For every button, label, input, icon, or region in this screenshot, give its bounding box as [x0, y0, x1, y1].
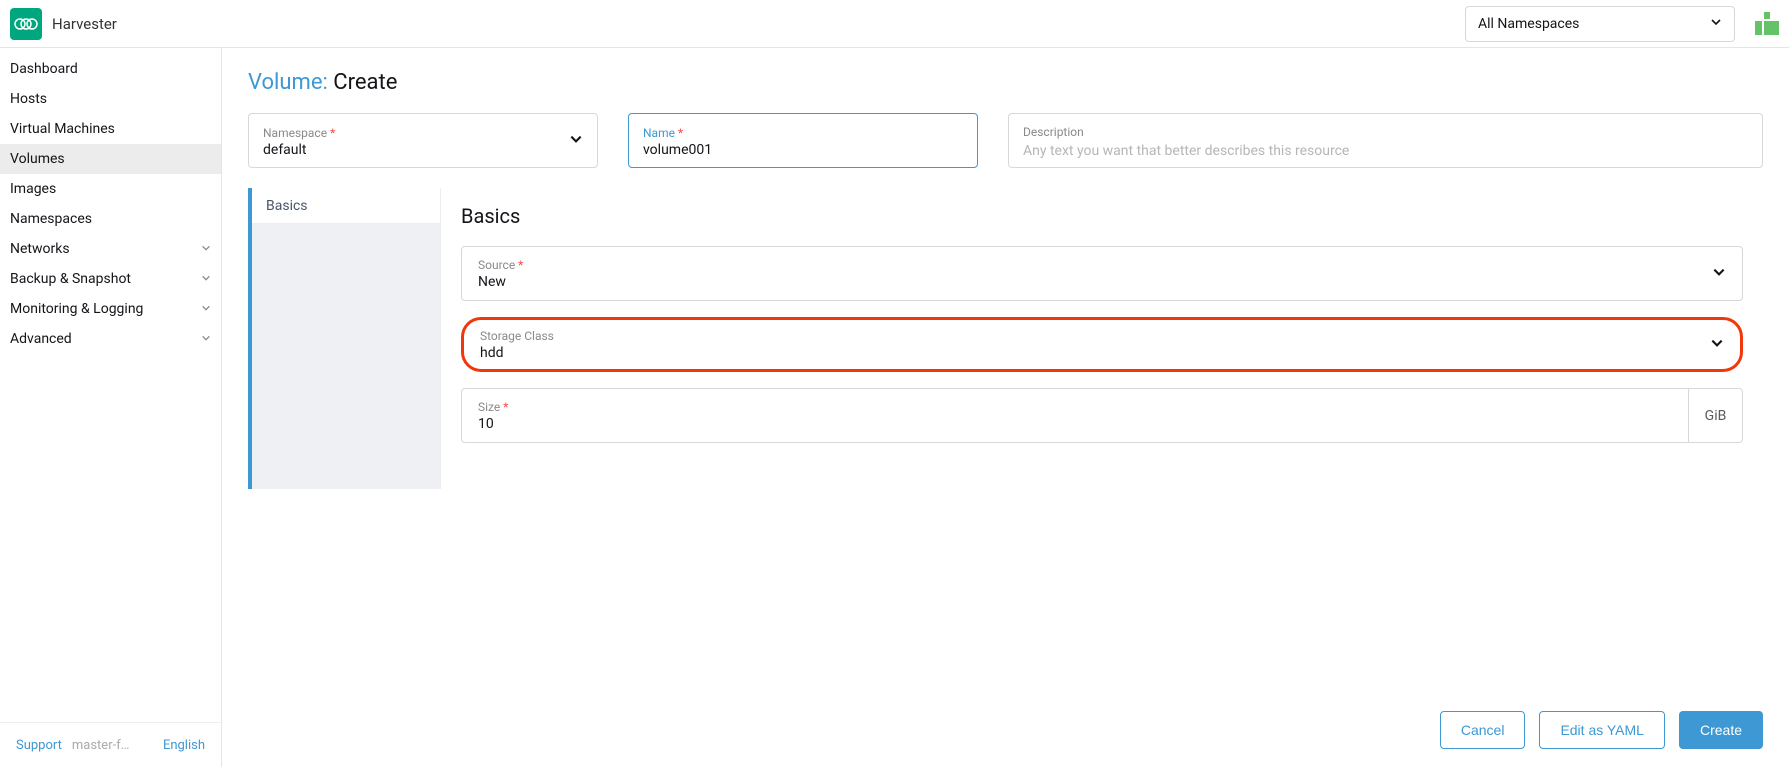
footer-actions: Cancel Edit as YAML Create [1440, 711, 1763, 749]
namespace-selector-value: All Namespaces [1478, 16, 1579, 32]
size-label: Size * [478, 400, 1672, 414]
chevron-down-icon [201, 242, 211, 256]
sidebar-item-label: Monitoring & Logging [10, 301, 143, 317]
support-link[interactable]: Support [16, 738, 62, 753]
source-field[interactable]: Source * New [461, 246, 1743, 301]
sidebar-item-volumes[interactable]: Volumes [0, 144, 221, 174]
sidebar-item-hosts[interactable]: Hosts [0, 84, 221, 114]
cancel-button[interactable]: Cancel [1440, 711, 1526, 749]
chevron-down-icon [201, 272, 211, 286]
sidebar-item-virtual-machines[interactable]: Virtual Machines [0, 114, 221, 144]
sidebar-item-label: Networks [10, 241, 70, 257]
header-left: Harvester [10, 8, 117, 40]
sidebar-item-images[interactable]: Images [0, 174, 221, 204]
app-logo[interactable] [10, 8, 42, 40]
source-label: Source * [478, 258, 1726, 272]
app-name: Harvester [52, 15, 117, 33]
chevron-down-icon [201, 302, 211, 316]
sidebar-item-label: Volumes [10, 151, 65, 167]
chevron-down-icon [569, 132, 583, 150]
namespace-selector[interactable]: All Namespaces [1465, 6, 1735, 42]
storage-class-label: Storage Class [480, 329, 1724, 343]
side-tabs: Basics [248, 188, 440, 489]
description-placeholder: Any text you want that better describes … [1023, 143, 1748, 159]
size-unit: GiB [1688, 389, 1742, 442]
panel-body: Basics Source * New Storage Class hdd [440, 188, 1763, 489]
sidebar-item-networks[interactable]: Networks [0, 234, 221, 264]
namespace-field[interactable]: Namespace * default [248, 113, 598, 168]
page-action: Create [333, 70, 397, 95]
header-right: All Namespaces [1465, 6, 1779, 42]
storage-class-field[interactable]: Storage Class hdd [461, 317, 1743, 372]
name-field[interactable]: Name * volume001 [628, 113, 978, 168]
source-value: New [478, 274, 1726, 290]
page-title: Volume: Create [248, 70, 1763, 95]
sidebar-item-label: Advanced [10, 331, 72, 347]
chevron-down-icon [1712, 265, 1726, 283]
namespace-value: default [263, 142, 583, 158]
basics-title: Basics [461, 204, 1743, 228]
chevron-down-icon [201, 332, 211, 346]
language-selector[interactable]: English [163, 738, 205, 753]
app-header: Harvester All Namespaces [0, 0, 1789, 48]
sidebar-item-label: Virtual Machines [10, 121, 115, 137]
sidebar-item-monitoring-logging[interactable]: Monitoring & Logging [0, 294, 221, 324]
storage-class-value: hdd [480, 345, 1724, 361]
sidebar-item-namespaces[interactable]: Namespaces [0, 204, 221, 234]
sidebar-item-backup-snapshot[interactable]: Backup & Snapshot [0, 264, 221, 294]
tab-basics[interactable]: Basics [252, 188, 440, 224]
sidebar-footer: Support master-f… English [0, 722, 221, 767]
namespace-label: Namespace * [263, 126, 583, 140]
chevron-down-icon [1710, 336, 1724, 354]
sidebar-item-label: Namespaces [10, 211, 92, 227]
chevron-down-icon [1710, 16, 1722, 32]
size-value: 10 [478, 416, 1672, 432]
top-fields: Namespace * default Name * volume001 Des… [248, 113, 1763, 168]
main-content: Volume: Create Namespace * default Name … [222, 48, 1789, 767]
harvester-icon [13, 14, 39, 34]
description-label: Description [1023, 125, 1748, 139]
description-field[interactable]: Description Any text you want that bette… [1008, 113, 1763, 168]
name-value: volume001 [643, 142, 963, 158]
tab-panel: Basics Basics Source * New Storage Class… [248, 188, 1763, 489]
sidebar: Dashboard Hosts Virtual Machines Volumes Ima… [0, 48, 222, 767]
sidebar-item-advanced[interactable]: Advanced [0, 324, 221, 354]
resource-type: Volume: [248, 70, 328, 95]
user-menu[interactable] [1755, 12, 1779, 36]
edit-yaml-button[interactable]: Edit as YAML [1539, 711, 1665, 749]
version-text: master-f… [72, 738, 153, 753]
create-button[interactable]: Create [1679, 711, 1763, 749]
sidebar-item-label: Dashboard [10, 61, 78, 77]
sidebar-item-dashboard[interactable]: Dashboard [0, 54, 221, 84]
user-icon [1755, 12, 1779, 36]
sidebar-item-label: Images [10, 181, 56, 197]
nav: Dashboard Hosts Virtual Machines Volumes Ima… [0, 48, 221, 722]
name-label: Name * [643, 126, 963, 140]
sidebar-item-label: Hosts [10, 91, 47, 107]
size-field[interactable]: Size * 10 GiB [461, 388, 1743, 443]
sidebar-item-label: Backup & Snapshot [10, 271, 131, 287]
